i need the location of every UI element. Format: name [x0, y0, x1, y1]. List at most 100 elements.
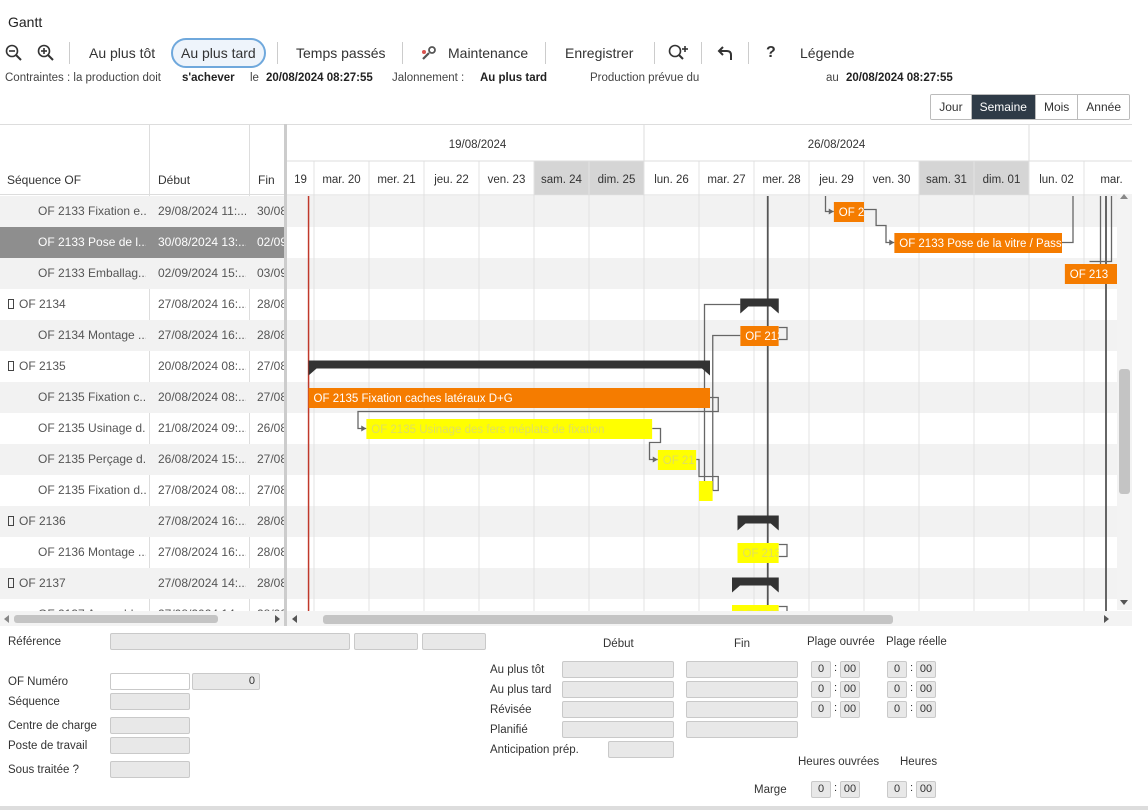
plage-reelle-0-hours[interactable]: 0	[887, 661, 907, 678]
task-bar-label: OF 213	[1070, 269, 1108, 281]
col-sequence-header[interactable]: Séquence OF	[7, 173, 81, 187]
asap-button[interactable]: Au plus tôt	[89, 38, 155, 68]
scroll-down-arrow-icon	[1120, 600, 1128, 605]
time-separator: :	[834, 662, 838, 674]
table-row[interactable]: OF 2134 Montage ... 27/08/2024 16:... 28/0…	[0, 320, 284, 351]
task-bar-label: OF 2135 Usinage des fers méplats de fixa…	[371, 424, 604, 436]
expand-toggle-icon[interactable]	[8, 578, 14, 588]
detail-form: Référence OF Numéro 0 Séquence Centre de…	[0, 628, 1148, 810]
expand-toggle-icon[interactable]	[8, 361, 14, 371]
day-label: dim. 25	[598, 174, 636, 186]
expand-toggle-icon[interactable]	[8, 299, 14, 309]
of-numero-field[interactable]	[110, 673, 190, 690]
scroll-thumb	[323, 615, 893, 624]
table-row[interactable]: OF 2133 Fixation e... 29/08/2024 11:... 30…	[0, 196, 284, 227]
sequence-field[interactable]	[110, 693, 190, 710]
au-plus-tard-debut[interactable]	[562, 681, 674, 698]
row-sequence-cell: OF 2135 Fixation c...	[38, 382, 146, 413]
anticipation-field[interactable]	[608, 741, 674, 758]
plage-reelle-2-hours[interactable]: 0	[887, 701, 907, 718]
table-row[interactable]: OF 2136 Montage ... 27/08/2024 16:... 28/0…	[0, 537, 284, 568]
task-bar-orange[interactable]: OF 213	[740, 326, 783, 346]
planifie-fin[interactable]	[686, 721, 798, 738]
row-start-cell: 27/08/2024 16:...	[158, 514, 246, 528]
chart-row-band	[287, 537, 1132, 568]
maintenance-icon[interactable]	[418, 38, 440, 68]
plage-reelle-0-minutes[interactable]: 00	[916, 661, 936, 678]
table-row[interactable]: OF 2137 27/08/2024 14:... 28/08	[0, 568, 284, 599]
col-end-header[interactable]: Fin	[258, 173, 275, 187]
chart-vertical-scrollbar[interactable]	[1117, 194, 1132, 610]
marge-heures-ouvrees-hours[interactable]: 0	[811, 781, 831, 798]
table-row[interactable]: OF 2133 Emballag... 02/09/2024 15:... 03/0…	[0, 258, 284, 289]
row-sequence-cell: OF 2134	[8, 289, 146, 320]
plage-ouverte-2-minutes[interactable]: 00	[840, 701, 860, 718]
planifie-debut[interactable]	[562, 721, 674, 738]
au-plus-tot-debut[interactable]	[562, 661, 674, 678]
table-row[interactable]: OF 2133 Pose de l... 30/08/2024 13:... 02/…	[0, 227, 284, 258]
view-month-button[interactable]: Mois	[1035, 95, 1079, 119]
view-day-button[interactable]: Jour	[931, 95, 972, 119]
table-row[interactable]: OF 2136 27/08/2024 16:... 28/08	[0, 506, 284, 537]
revisee-debut[interactable]	[562, 701, 674, 718]
task-bar-yellow[interactable]: OF 213	[737, 543, 781, 563]
au-plus-tard-fin[interactable]	[686, 681, 798, 698]
expand-toggle-icon[interactable]	[8, 516, 14, 526]
marge-heures-hours[interactable]: 0	[887, 781, 907, 798]
help-icon[interactable]: ?	[766, 38, 776, 68]
table-row[interactable]: OF 2135 Fixation d... 27/08/2024 08:... 27…	[0, 475, 284, 506]
plage-ouverte-0-minutes[interactable]: 00	[840, 661, 860, 678]
plage-reelle-2-minutes[interactable]: 00	[916, 701, 936, 718]
undo-icon[interactable]	[714, 38, 736, 68]
zoom-plus-icon[interactable]	[667, 38, 689, 68]
save-button[interactable]: Enregistrer	[565, 38, 633, 68]
reference-field-3[interactable]	[422, 633, 486, 650]
week-label: 26/08/2024	[808, 139, 866, 151]
maintenance-button[interactable]: Maintenance	[448, 38, 528, 68]
task-bar-yellow[interactable]	[699, 481, 713, 501]
task-bar-orange[interactable]: OF 213	[1064, 264, 1117, 284]
jalonnement-value: Au plus tard	[480, 72, 548, 84]
table-row[interactable]: OF 2137 Assembla... 27/08/2024 14:... 28/0…	[0, 599, 284, 611]
scroll-up-arrow-icon	[1120, 194, 1128, 199]
col-start-header[interactable]: Début	[158, 173, 190, 187]
day-label: mer. 28	[762, 174, 800, 186]
table-row[interactable]: OF 2135 Perçage d... 26/08/2024 15:... 27/…	[0, 444, 284, 475]
marge-heures-minutes[interactable]: 00	[916, 781, 936, 798]
plage-reelle-1-minutes[interactable]: 00	[916, 681, 936, 698]
plage-reelle-1-hours[interactable]: 0	[887, 681, 907, 698]
zoom-out-icon[interactable]	[3, 38, 25, 68]
table-row[interactable]: OF 2135 Fixation c... 20/08/2024 08:... 27…	[0, 382, 284, 413]
sous-traitee-field[interactable]	[110, 761, 190, 778]
marge-heures-ouvrees-minutes[interactable]: 00	[840, 781, 860, 798]
row-sequence-text: OF 2136 Montage ...	[38, 545, 146, 559]
task-bar-yellow[interactable]: OF 21	[657, 450, 697, 470]
plage-ouverte-0-hours[interactable]: 0	[811, 661, 831, 678]
reference-field-2[interactable]	[354, 633, 418, 650]
au-plus-tot-fin[interactable]	[686, 661, 798, 678]
table-row[interactable]: OF 2135 Usinage d... 21/08/2024 09:... 26/…	[0, 413, 284, 444]
grid-horizontal-scrollbar[interactable]	[0, 611, 284, 626]
legend-button[interactable]: Légende	[800, 38, 855, 68]
task-bar-yellow[interactable]: OF 2135 Usinage des fers méplats de fixa…	[366, 419, 653, 439]
elapsed-time-button[interactable]: Temps passés	[296, 38, 385, 68]
plage-ouverte-2-hours[interactable]: 0	[811, 701, 831, 718]
plage-ouverte-1-minutes[interactable]: 00	[840, 681, 860, 698]
task-bar-orange[interactable]: OF 2133 Pose de la vitre / Passe	[894, 233, 1068, 253]
alap-button[interactable]: Au plus tard	[171, 38, 266, 68]
reference-field[interactable]	[110, 633, 350, 650]
task-bar-label: OF 21	[663, 455, 695, 467]
plage-ouverte-1-hours[interactable]: 0	[811, 681, 831, 698]
centre-field[interactable]	[110, 717, 190, 734]
of-numero-value[interactable]: 0	[192, 673, 260, 690]
table-row[interactable]: OF 2135 20/08/2024 08:... 27/08	[0, 351, 284, 382]
task-bar-fill	[699, 481, 713, 501]
revisee-fin[interactable]	[686, 701, 798, 718]
poste-field[interactable]	[110, 737, 190, 754]
view-year-button[interactable]: Année	[1078, 95, 1129, 119]
row-start-cell: 27/08/2024 16:...	[158, 545, 246, 559]
table-row[interactable]: OF 2134 27/08/2024 16:... 28/08	[0, 289, 284, 320]
view-week-button[interactable]: Semaine	[971, 95, 1036, 119]
task-bar-orange[interactable]: OF 2135 Fixation caches latéraux D+G	[308, 388, 710, 408]
zoom-in-icon[interactable]	[35, 38, 57, 68]
